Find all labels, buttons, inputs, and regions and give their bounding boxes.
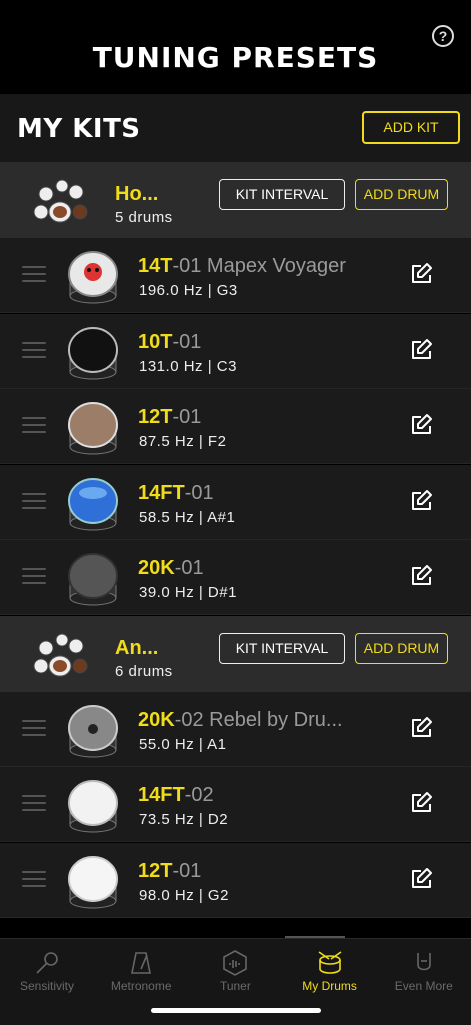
- drum-title: 20K-01: [138, 557, 204, 580]
- drum-frequency: 55.0 Hz | A1: [139, 735, 227, 753]
- drum-frequency: 58.5 Hz | A#1: [139, 508, 236, 526]
- drum-frequency: 73.5 Hz | D2: [139, 811, 229, 828]
- kit-name[interactable]: Ho...: [115, 183, 158, 206]
- drum-frequency: 87.5 Hz | F2: [139, 433, 227, 450]
- drum-title: 10T-01: [138, 331, 201, 354]
- tab-label: Even More: [394, 979, 453, 993]
- drum-row[interactable]: 14T-01 Mapex Voyager 196.0 Hz | G3: [0, 238, 471, 313]
- kit-drum-count: 5 drums: [115, 209, 173, 226]
- drum-kit-icon: [32, 626, 88, 682]
- drag-handle-icon[interactable]: [22, 568, 46, 586]
- drum-code: 10T: [138, 330, 173, 353]
- drum-row[interactable]: 12T-01 87.5 Hz | F2: [0, 389, 471, 464]
- drum-frequency: 196.0 Hz | G3: [139, 282, 238, 299]
- drum-row[interactable]: 14FT-02 73.5 Hz | D2: [0, 767, 471, 842]
- kit-row[interactable]: An... 6 drums KIT INTERVAL ADD DRUM: [0, 615, 471, 692]
- kit-interval-button[interactable]: KIT INTERVAL: [219, 632, 345, 664]
- tab-label: Metronome: [110, 979, 172, 993]
- drum-label: -02: [184, 784, 214, 806]
- drag-handle-icon[interactable]: [22, 492, 46, 511]
- tab-even-more[interactable]: Even More: [377, 939, 471, 999]
- drum-code: 20K: [138, 708, 175, 731]
- help-icon[interactable]: ?: [432, 25, 454, 47]
- kit-name[interactable]: An...: [115, 637, 158, 660]
- add-drum-button[interactable]: ADD DRUM: [355, 179, 448, 210]
- drum-code: 20K: [138, 557, 175, 579]
- drum-title: 12T-01: [138, 406, 201, 429]
- drum-title: 14FT-01: [138, 482, 214, 505]
- drum-label: -02 Rebel by Dru...: [174, 708, 343, 731]
- drum-row[interactable]: 10T-01 131.0 Hz | C3: [0, 313, 471, 389]
- drum-row[interactable]: 20K-02 Rebel by Dru... 55.0 Hz | A1: [0, 691, 471, 767]
- rock-hand-icon: [410, 949, 438, 977]
- drum-title: 12T-01: [138, 860, 201, 883]
- add-drum-button[interactable]: ADD DRUM: [355, 632, 448, 664]
- edit-icon[interactable]: [410, 338, 434, 362]
- drum-row[interactable]: 12T-01 98.0 Hz | G2: [0, 842, 471, 918]
- kit-row[interactable]: Ho... 5 drums KIT INTERVAL ADD DRUM: [0, 162, 471, 238]
- drum-kit-icon: [32, 172, 88, 228]
- drum-label: -01: [184, 481, 214, 504]
- drag-handle-icon[interactable]: [22, 795, 46, 813]
- drum-frequency: 98.0 Hz | G2: [139, 886, 229, 904]
- drum-thumbnail: [62, 849, 124, 911]
- drum-label: -01 Mapex Voyager: [172, 255, 346, 277]
- tuner-icon: [221, 949, 249, 977]
- my-kits-section-header: MY KITS ADD KIT: [0, 94, 471, 162]
- section-title: MY KITS: [17, 114, 141, 144]
- drum-thumbnail: [62, 546, 124, 608]
- microphone-icon: [33, 949, 61, 977]
- drum-thumbnail: [62, 773, 124, 835]
- kit-interval-button[interactable]: KIT INTERVAL: [219, 179, 345, 210]
- tab-my-drums[interactable]: My Drums: [283, 939, 377, 999]
- drum-row[interactable]: 14FT-01 58.5 Hz | A#1: [0, 464, 471, 540]
- drum-frequency: 131.0 Hz | C3: [139, 357, 237, 375]
- drum-icon: [316, 949, 344, 977]
- drag-handle-icon[interactable]: [22, 719, 46, 738]
- tab-label: Sensitivity: [19, 979, 75, 993]
- home-indicator: [151, 1008, 321, 1013]
- tab-metronome[interactable]: Metronome: [94, 939, 188, 999]
- drum-code: 14FT: [138, 784, 185, 806]
- drum-label: -01: [172, 859, 202, 882]
- edit-icon[interactable]: [410, 716, 434, 740]
- drag-handle-icon[interactable]: [22, 266, 46, 284]
- drum-code: 14T: [138, 255, 173, 277]
- drum-code: 12T: [138, 406, 173, 428]
- drum-thumbnail: [62, 244, 124, 306]
- edit-icon[interactable]: [410, 564, 434, 588]
- metronome-icon: [127, 949, 155, 977]
- drum-code: 12T: [138, 859, 173, 882]
- edit-icon[interactable]: [410, 413, 434, 437]
- edit-icon[interactable]: [410, 791, 434, 815]
- tab-label: Tuner: [219, 979, 251, 993]
- drum-title: 14FT-02: [138, 784, 214, 807]
- tab-sensitivity[interactable]: Sensitivity: [0, 939, 94, 999]
- drag-handle-icon[interactable]: [22, 417, 46, 435]
- drum-code: 14FT: [138, 481, 185, 504]
- drag-handle-icon[interactable]: [22, 870, 46, 889]
- page-title: TUNING PRESETS: [92, 41, 379, 74]
- edit-icon[interactable]: [410, 262, 434, 286]
- drag-handle-icon[interactable]: [22, 341, 46, 360]
- drum-label: -01: [174, 557, 204, 579]
- kit-list: Ho... 5 drums KIT INTERVAL ADD DRUM 14T-…: [0, 162, 471, 935]
- add-kit-button[interactable]: ADD KIT: [362, 111, 460, 144]
- drum-title: 14T-01 Mapex Voyager: [138, 255, 346, 278]
- drum-thumbnail: [62, 395, 124, 457]
- edit-icon[interactable]: [410, 867, 434, 891]
- drum-label: -01: [172, 406, 202, 428]
- drum-thumbnail: [62, 320, 124, 382]
- drum-thumbnail: [62, 471, 124, 533]
- tab-tuner[interactable]: Tuner: [188, 939, 282, 999]
- drum-title: 20K-02 Rebel by Dru...: [138, 709, 343, 732]
- header: TUNING PRESETS ?: [0, 0, 471, 94]
- drum-frequency: 39.0 Hz | D#1: [139, 584, 237, 601]
- drum-thumbnail: [62, 698, 124, 760]
- kit-drum-count: 6 drums: [115, 662, 173, 680]
- edit-icon[interactable]: [410, 489, 434, 513]
- tab-label: My Drums: [302, 979, 357, 993]
- drum-label: -01: [172, 330, 202, 353]
- drum-row[interactable]: 20K-01 39.0 Hz | D#1: [0, 540, 471, 615]
